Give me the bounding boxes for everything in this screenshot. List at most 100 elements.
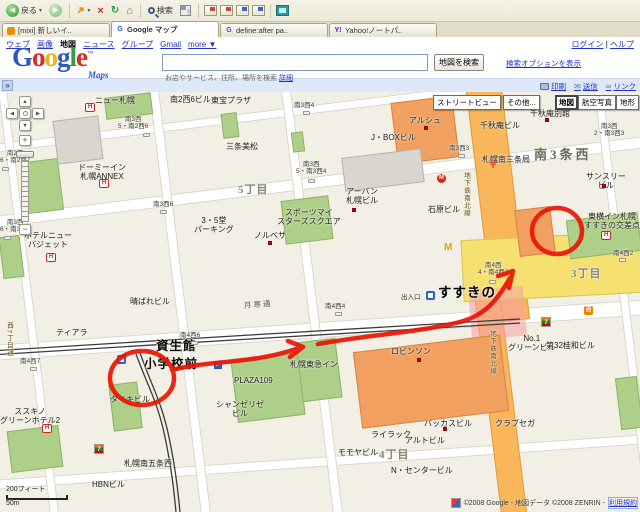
pan-down-button[interactable]: ▼ [19, 120, 31, 131]
map-label: 晴ばれビル [130, 297, 170, 306]
map-label: 西7丁目通 [5, 322, 12, 357]
print-link[interactable]: 印刷 [540, 81, 566, 92]
sitemap-button[interactable] [178, 4, 193, 17]
map-action-links: 印刷 ✉送信 ∞リンク [540, 81, 636, 92]
nav-groups[interactable]: グループ [122, 39, 154, 50]
search-options-link[interactable]: 検索オプションを表示 [506, 58, 581, 69]
map-icon-tram [426, 291, 435, 300]
tab-label: Google マップ [127, 24, 177, 35]
pan-left-button[interactable]: ◀ [6, 108, 18, 119]
map-type-map[interactable]: 地図 [555, 95, 578, 110]
map-label: 南3西 5・南2西6 [118, 116, 148, 131]
zoom-slider-track[interactable] [21, 160, 29, 222]
map-icon-seven: 7 [94, 444, 104, 454]
map-label: 出入口 [401, 294, 421, 301]
map-label: ノルベサ [254, 231, 286, 240]
back-label: 戻る [21, 5, 37, 16]
map-label: 地下鉄南北線 [488, 330, 495, 375]
panel-toggle-button[interactable] [276, 5, 289, 16]
map-type-satellite[interactable]: 航空写真 [578, 95, 616, 110]
map-label: 東宝プラザ [211, 96, 251, 105]
search-label: 検索 [157, 5, 173, 16]
tab-google-maps[interactable]: G Google マップ [111, 21, 219, 37]
divider [140, 4, 141, 18]
tab-mixi[interactable]: [mixi] 新しいイ.. [2, 23, 110, 37]
map-label: ロビンソン [391, 347, 431, 356]
scale-meters: 50m [6, 500, 68, 507]
window-layout-button-2[interactable] [220, 5, 233, 16]
map-search-input[interactable] [162, 54, 428, 71]
google-favicon: G [225, 27, 233, 35]
send-link[interactable]: ✉送信 [574, 81, 598, 92]
link-link[interactable]: ∞リンク [606, 81, 636, 92]
map-icon-sig [619, 258, 626, 262]
pan-zoom-control: ▲ ◀ ▶ ▼ + − [2, 94, 48, 299]
yahoo-favicon: Y! [334, 27, 342, 35]
map-icon-sig [308, 179, 315, 183]
map-label: バッカスビル [424, 419, 472, 428]
zoom-slider-handle[interactable] [16, 151, 34, 158]
map-type-buttons: 地図 航空写真 地形 [555, 95, 639, 110]
map-canvas[interactable]: ニュー札幌南2西6ビル東宝プラザ三条美松南3西 5・南2西6ドーミーイン 札幌A… [0, 92, 640, 512]
tab-yahoo-notepad[interactable]: Y! Yahoo!ノートパ.. [329, 23, 437, 37]
signin-link[interactable]: ログイン [571, 40, 603, 49]
building-block [52, 115, 103, 164]
map-label: すすきの [438, 285, 496, 301]
window-layout-button-4[interactable] [252, 5, 265, 16]
map-icon-post: 〒 [489, 162, 497, 170]
map-icon-sig [458, 154, 465, 158]
zoom-out-button[interactable]: − [19, 224, 31, 235]
tab-label: [mixi] 新しいイ.. [18, 25, 72, 36]
sidebar-expand-button[interactable]: » [2, 80, 13, 91]
search-icon [148, 7, 155, 14]
map-label: シャンゼリゼ ビル [216, 400, 264, 418]
map-overlay-buttons: ストリートビュー その他... [433, 95, 540, 110]
map-label: モモヤビル [338, 448, 378, 457]
map-label: 3・5堂 パーキング [194, 216, 234, 234]
map-icon-sig [30, 367, 37, 371]
pan-center-icon [23, 111, 28, 116]
nav-more[interactable]: more ▼ [188, 40, 216, 49]
street-view-button[interactable]: ストリートビュー [433, 95, 501, 110]
search-map-button[interactable]: 地図を検索 [434, 54, 484, 71]
window-layout-button-1[interactable] [204, 5, 217, 16]
up-button[interactable]: ➜ ▾ [75, 4, 92, 17]
map-label: タイキビル [110, 395, 150, 404]
other-layers-button[interactable]: その他... [503, 95, 540, 110]
stop-button[interactable]: × [95, 4, 105, 18]
map-icon-dot [602, 184, 606, 188]
google-maps-logo: Google™ [12, 42, 93, 73]
forward-button[interactable]: ▶ [47, 3, 64, 18]
terms-link[interactable]: 利用規約 [608, 497, 638, 509]
map-icon-dot [268, 241, 272, 245]
map-label: 南3西6 [153, 201, 173, 208]
pan-up-button[interactable]: ▲ [19, 96, 31, 107]
help-link[interactable]: ヘルプ [610, 40, 634, 49]
map-label: 南4西7 [20, 358, 40, 365]
map-data-logo [451, 498, 461, 508]
divider [69, 4, 70, 18]
map-type-terrain[interactable]: 地形 [616, 95, 639, 110]
details-link[interactable]: 詳細 [279, 75, 293, 82]
home-button[interactable]: ⌂ [124, 4, 135, 18]
landmark-building [514, 206, 555, 257]
toolbar-search-button[interactable]: 検索 [146, 4, 175, 17]
map-label: 5丁目 [238, 184, 269, 197]
refresh-button[interactable]: ↻ [109, 4, 121, 17]
up-arrow-icon: ➜ [74, 4, 88, 18]
zoom-in-button[interactable]: + [19, 135, 31, 146]
map-icon-metro: M [437, 174, 446, 183]
nav-gmail[interactable]: Gmail [160, 40, 181, 49]
stop-icon: × [97, 5, 103, 17]
pan-right-button[interactable]: ▶ [32, 108, 44, 119]
map-label: アルトビル [405, 436, 445, 445]
browser-window: ◀ 戻る ▾ ▶ ➜ ▾ × ↻ ⌂ 検索 [0, 0, 640, 512]
tab-define-after[interactable]: G define:after pa.. [220, 23, 328, 37]
back-button[interactable]: ◀ 戻る ▾ [4, 3, 44, 18]
landmark-building-robinson [353, 334, 509, 428]
pan-center-button[interactable] [19, 108, 31, 119]
map-icon-sig [489, 280, 496, 284]
action-bar: » 印刷 ✉送信 ∞リンク [0, 78, 640, 92]
window-layout-button-3[interactable] [236, 5, 249, 16]
map-label: 小学校前 [144, 357, 198, 371]
